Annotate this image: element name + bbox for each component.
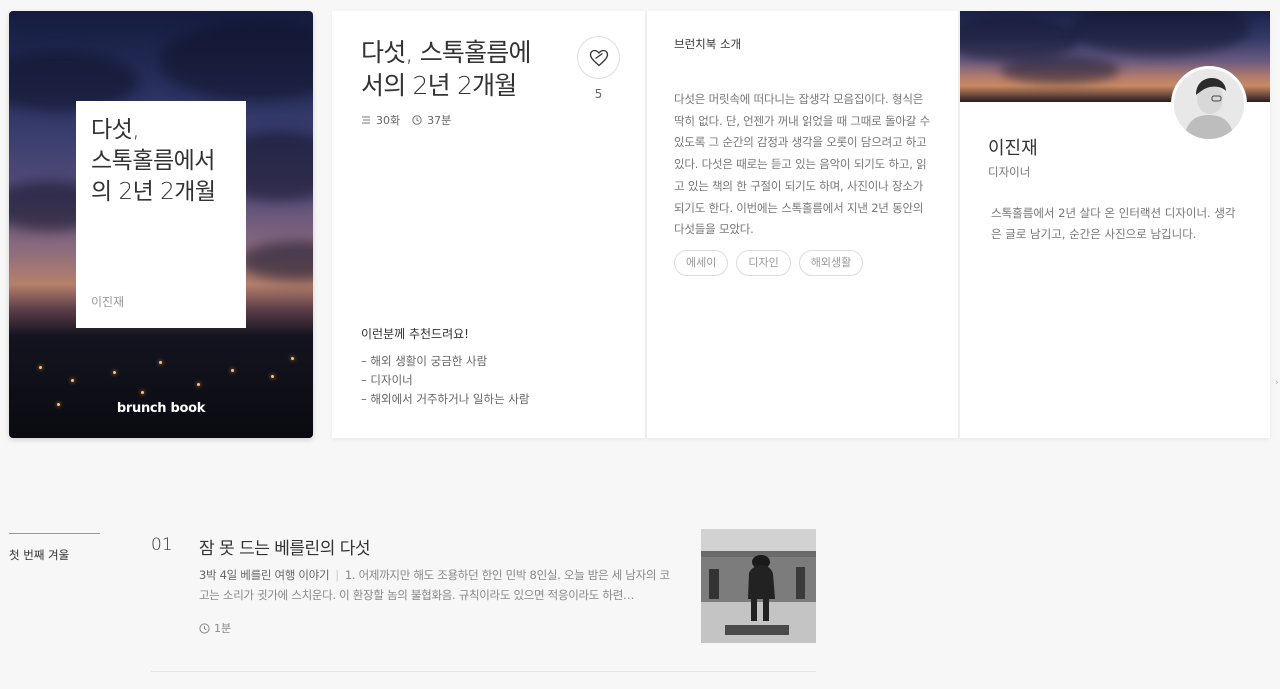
author-avatar[interactable] [1171,66,1247,142]
recommend-item: 해외에서 거주하거나 일하는 사람 [361,390,529,409]
book-cover[interactable]: 다섯, 스톡홀름에서 의 2년 2개월 이진재 brunch book [9,11,313,438]
article-summary: 3박 4일 베를린 여행 이야기 | 1. 어제까지만 해도 조용하던 한인 민박 … [199,565,674,605]
book-intro-panel: 브런치북 소개 다섯은 머릿속에 떠다니는 잡생각 모음집이다. 형식은 딱히 … [646,11,958,438]
tag-essay[interactable]: 에세이 [674,250,729,276]
article-read-time: 1분 [199,620,231,636]
brunch-book-page: 다섯, 스톡홀름에서 의 2년 2개월 이진재 brunch book 다섯, … [0,0,1280,689]
avatar-photo [1174,69,1244,139]
article-item[interactable]: 01 잠 못 드는 베를린의 다섯 3박 4일 베를린 여행 이야기 | 1. 어제… [151,528,816,673]
thumbnail-photo [701,529,816,643]
heart-icon [589,49,608,66]
cover-title-card: 다섯, 스톡홀름에서 의 2년 2개월 이진재 [76,101,246,328]
article-divider [151,671,816,672]
scroll-arrow-icon[interactable]: › [1275,378,1279,388]
recommend-title: 이런분께 추천드려요! [361,327,469,341]
article-number: 01 [151,535,173,555]
author-name[interactable]: 이진재 [988,134,1038,160]
recommend-item: 해외 생활이 궁금한 사람 [361,352,530,371]
book-title: 다섯, 스톡홀름에 서의 2년 2개월 [361,38,532,100]
intro-text: 다섯은 머릿속에 떠다니는 잡생각 모음집이다. 형식은 딱히 없다. 단, 언… [674,92,930,237]
tag-abroad-life[interactable]: 해외생활 [798,250,864,276]
book-info-panel: 다섯, 스톡홀름에 서의 2년 2개월 30화 37분 5 이런분께 추천드려요… [332,11,645,438]
section-label: 첫 번째 겨울 [9,548,70,562]
author-panel: 이진재 디자이너 스톡홀름에서 2년 살다 온 인터랙션 디자이너. 생각은 글… [959,11,1270,438]
author-description: 스톡홀름에서 2년 살다 온 인터랙션 디자이너. 생각은 글로 남기고, 순간… [991,206,1236,241]
list-icon [362,116,370,124]
clock-icon [412,115,422,125]
recommend-list: 해외 생활이 궁금한 사람 디자이너 해외에서 거주하거나 일하는 사람 [361,352,530,409]
cover-author: 이진재 [91,295,125,309]
article-thumbnail[interactable] [701,529,816,643]
clock-icon [199,622,210,634]
separator: | [335,568,339,582]
like-button[interactable] [577,36,620,79]
brunch-book-logo: brunch book [116,401,206,416]
tag-design[interactable]: 디자인 [736,250,791,276]
recommend-item: 디자이너 [361,371,530,390]
tag-list: 에세이 디자인 해외생활 [674,250,864,276]
article-title: 잠 못 드는 베를린의 다섯 [199,539,371,559]
author-job: 디자이너 [988,165,1031,179]
like-count: 5 [594,87,603,101]
article-time-value: 1분 [214,622,232,635]
book-meta: 30화 37분 [361,112,451,128]
cover-title: 다섯, 스톡홀름에서 의 2년 2개월 [91,117,216,205]
episode-count: 30화 [376,114,401,127]
intro-label: 브런치북 소개 [674,37,742,51]
section-divider [9,533,100,534]
article-subtitle: 3박 4일 베를린 여행 이야기 [199,568,330,582]
read-time: 37분 [427,114,452,127]
